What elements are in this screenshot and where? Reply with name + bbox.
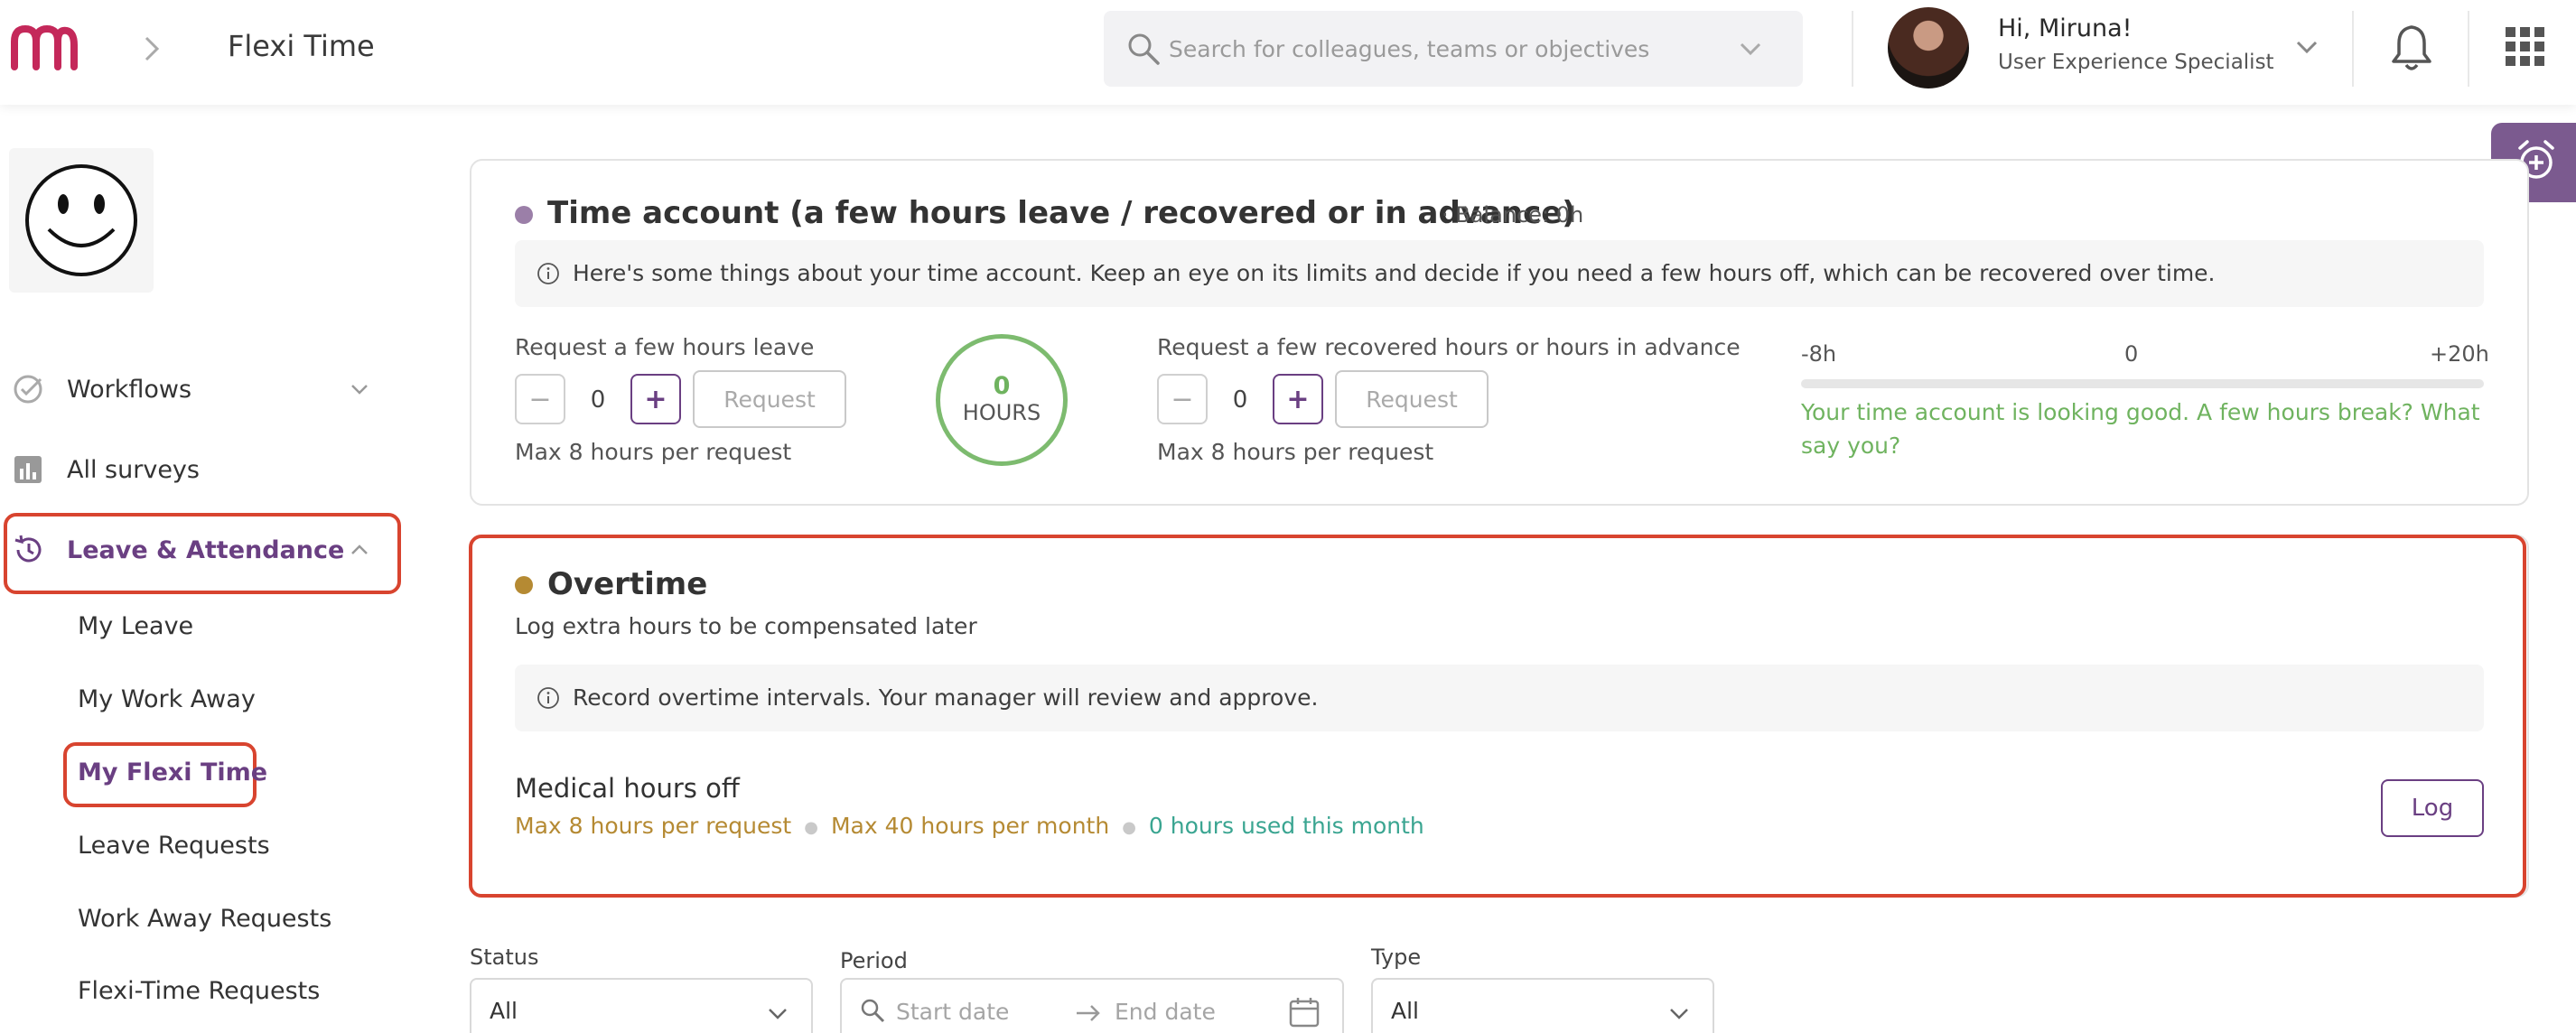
bar-chart-icon [14, 456, 42, 483]
leave-request-label: Request a few hours leave [515, 334, 815, 360]
range-min-label: -8h [1801, 341, 1837, 367]
page-title: Flexi Time [228, 29, 375, 63]
history-icon [14, 535, 42, 563]
chevron-down-icon [769, 1009, 787, 1019]
info-text: Record overtime intervals. Your manager … [573, 684, 1319, 711]
max-per-month: Max 40 hours per month [830, 813, 1110, 839]
user-greeting: Hi, Miruna! [1998, 14, 2133, 42]
recovered-hours-value[interactable]: 0 [1222, 386, 1258, 414]
breadcrumb-chevron-icon [145, 36, 160, 61]
leave-max-text: Max 8 hours per request [515, 439, 792, 465]
range-mid-label: 0 [2124, 341, 2139, 367]
range-max-label: +20h [2430, 341, 2489, 367]
smiley-face-icon [25, 164, 137, 276]
hours-indicator: 0 HOURS [936, 334, 1068, 466]
avatar[interactable] [1888, 7, 1969, 88]
bell-icon[interactable] [2390, 23, 2433, 72]
sidebar-subitem-my-leave[interactable]: My Leave [78, 612, 193, 640]
period-filter-label: Period [840, 948, 908, 973]
time-account-title: Time account (a few hours leave / recove… [547, 195, 1576, 231]
leave-increment-button[interactable]: + [630, 374, 681, 424]
sidebar-subitem-my-flexi-time[interactable]: My Flexi Time [78, 758, 267, 786]
medical-hours-limits: Max 8 hours per request ● Max 40 hours per… [515, 813, 1424, 839]
info-icon [537, 687, 559, 709]
balance-text: · Balance: 0h [1442, 202, 1584, 228]
medical-hours-title: Medical hours off [515, 773, 740, 804]
status-filter-select[interactable]: All [470, 978, 813, 1033]
recovered-increment-button[interactable]: + [1273, 374, 1323, 424]
log-button[interactable]: Log [2381, 779, 2484, 837]
divider [2468, 11, 2469, 87]
overtime-info: Record overtime intervals. Your manager … [515, 665, 2484, 731]
profile-image[interactable] [9, 148, 154, 293]
sidebar-item-workflows[interactable]: Workflows [0, 358, 397, 421]
info-text: Here's some things about your time accou… [573, 260, 2216, 286]
overtime-title: Overtime [547, 566, 708, 602]
sidebar-subitem-leave-requests[interactable]: Leave Requests [78, 832, 270, 860]
leave-request-button[interactable]: Request [693, 370, 846, 428]
calendar-icon[interactable] [1288, 996, 1321, 1028]
search-icon [861, 999, 885, 1023]
user-role: User Experience Specialist [1998, 51, 2274, 74]
overtime-subtitle: Log extra hours to be compensated later [515, 613, 977, 639]
separator-dot: ● [804, 817, 818, 837]
chevron-down-icon[interactable] [1738, 38, 1763, 60]
period-filter[interactable] [840, 978, 1344, 1033]
start-date-input[interactable] [896, 983, 1068, 1033]
arrow-right-icon [1077, 1005, 1100, 1021]
recovered-request-button[interactable]: Request [1335, 370, 1489, 428]
sidebar-item-all-surveys[interactable]: All surveys [0, 438, 397, 501]
separator-dot: ● [1122, 817, 1136, 837]
type-filter-value: All [1391, 998, 1419, 1024]
status-filter-label: Status [470, 945, 539, 970]
user-menu-chevron-icon[interactable] [2294, 36, 2319, 58]
divider [2352, 11, 2354, 87]
sidebar-item-leave-attendance[interactable]: Leave & Attendance [0, 518, 397, 582]
type-filter-label: Type [1371, 945, 1422, 970]
status-filter-value: All [490, 998, 518, 1024]
status-dot [515, 206, 533, 224]
check-circle-icon [14, 375, 42, 404]
company-logo-icon[interactable] [7, 20, 78, 74]
hours-value: 0 [993, 372, 1011, 400]
chevron-up-icon[interactable] [349, 541, 370, 559]
max-per-request: Max 8 hours per request [515, 813, 792, 839]
balance-range-bar [1801, 379, 2484, 388]
sidebar-item-label: Leave & Attendance [67, 535, 345, 564]
type-filter-select[interactable]: All [1371, 978, 1714, 1033]
recovered-max-text: Max 8 hours per request [1157, 439, 1434, 465]
hours-used: 0 hours used this month [1148, 813, 1424, 839]
divider [1852, 11, 1853, 87]
top-bar: Flexi Time Hi, Miruna! User Experience S… [0, 0, 2576, 105]
sidebar-item-label: All surveys [67, 455, 200, 484]
sidebar-item-label: Workflows [67, 375, 192, 404]
search-input[interactable] [1169, 11, 1711, 87]
apps-grid-icon[interactable] [2506, 27, 2545, 67]
info-icon [537, 263, 559, 284]
end-date-input[interactable] [1115, 983, 1277, 1033]
chevron-down-icon[interactable] [349, 380, 370, 398]
time-account-status-message: Your time account is looking good. A few… [1801, 399, 2480, 459]
recovered-decrement-button[interactable]: − [1157, 374, 1208, 424]
leave-hours-value[interactable]: 0 [580, 386, 616, 414]
sidebar-subitem-flexi-time-requests[interactable]: Flexi-Time Requests [78, 977, 320, 1005]
recovered-request-label: Request a few recovered hours or hours i… [1157, 334, 1741, 360]
time-account-info: Here's some things about your time accou… [515, 240, 2484, 307]
chevron-down-icon [1670, 1009, 1688, 1019]
sidebar-subitem-work-away-requests[interactable]: Work Away Requests [78, 905, 331, 933]
status-dot [515, 576, 533, 594]
search-bar[interactable] [1104, 11, 1803, 87]
leave-decrement-button[interactable]: − [515, 374, 565, 424]
hours-unit: HOURS [962, 400, 1041, 425]
sidebar-subitem-my-work-away[interactable]: My Work Away [78, 685, 256, 713]
search-icon [1128, 33, 1160, 65]
